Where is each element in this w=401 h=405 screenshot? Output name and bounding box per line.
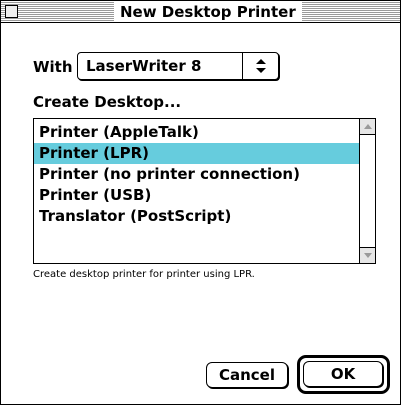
close-box[interactable] [5, 5, 18, 18]
driver-popup-menu[interactable]: LaserWriter 8 [77, 52, 279, 80]
list-scrollbar[interactable] [359, 119, 375, 263]
list-item-lpr[interactable]: Printer (LPR) [34, 143, 360, 164]
default-button-ring: OK [297, 355, 390, 394]
dialog-window: New Desktop Printer With LaserWriter 8 C… [0, 0, 401, 405]
selection-description: Create desktop printer for printer using… [33, 269, 255, 280]
cancel-button[interactable]: Cancel [206, 362, 288, 388]
list-item-usb[interactable]: Printer (USB) [34, 185, 360, 206]
scroll-up-arrow-icon[interactable] [360, 119, 375, 135]
create-desktop-label: Create Desktop... [33, 93, 182, 111]
title-bar[interactable]: New Desktop Printer [1, 1, 400, 23]
scroll-down-arrow-icon[interactable] [360, 247, 375, 263]
list-item-no-connection[interactable]: Printer (no printer connection) [34, 164, 360, 185]
list-item-translator[interactable]: Translator (PostScript) [34, 206, 360, 227]
printer-type-list[interactable]: Printer (AppleTalk) Printer (LPR) Printe… [33, 118, 376, 264]
list-item-appletalk[interactable]: Printer (AppleTalk) [34, 122, 360, 143]
window-title: New Desktop Printer [114, 2, 302, 22]
ok-button[interactable]: OK [303, 361, 383, 387]
driver-popup-value: LaserWriter 8 [86, 57, 202, 75]
up-down-arrows-icon [242, 53, 278, 79]
with-label: With [33, 58, 73, 76]
